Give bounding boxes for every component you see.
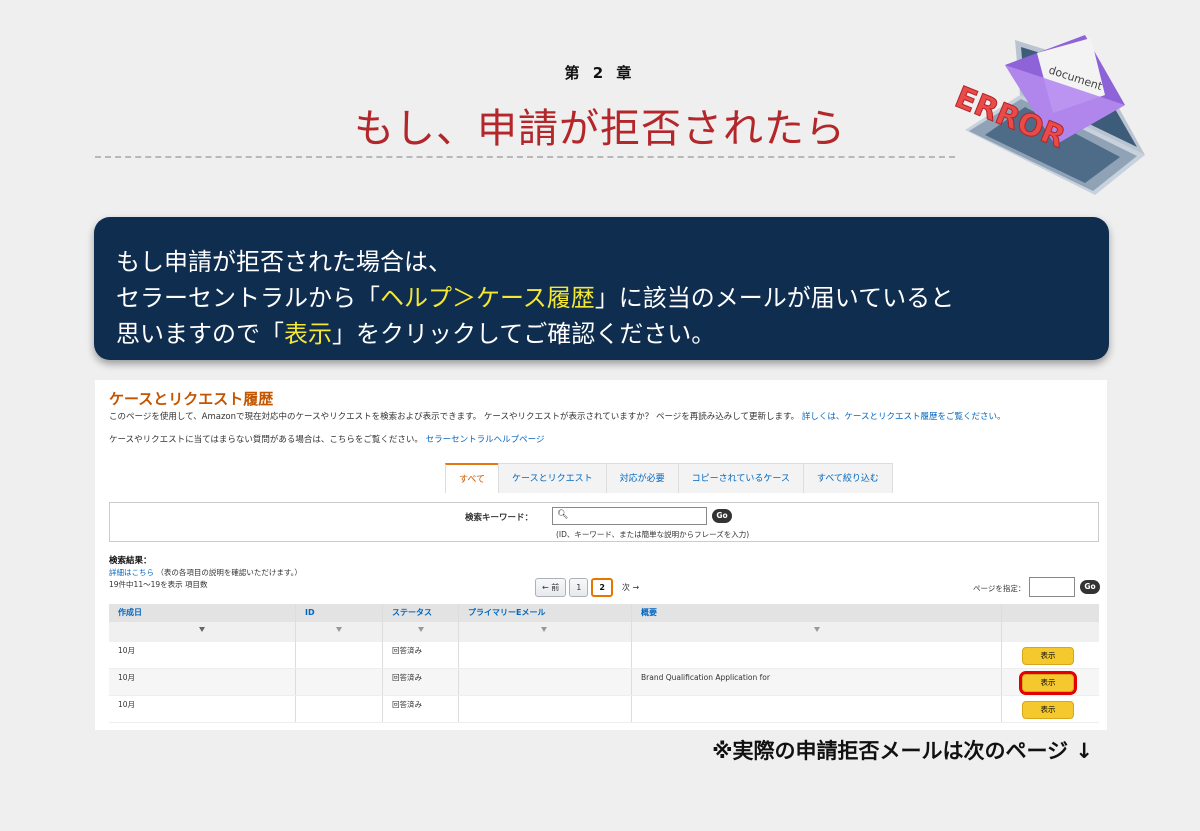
show-button-highlighted[interactable]: 表示 [1019,671,1077,695]
title-divider [95,156,955,158]
col-email[interactable]: プライマリーEメール [459,604,632,622]
col-created[interactable]: 作成日 [109,604,296,622]
tab-copied-cases[interactable]: コピーされているケース [677,463,804,493]
callout-line-2: セラーセントラルから「ヘルプ＞ケース履歴」に該当のメールが届いていると [116,284,955,312]
sort-id-icon[interactable] [336,627,342,632]
callout-highlight-show: 表示 [284,320,332,348]
help-page-link[interactable]: セラーセントラルヘルプページ [426,435,545,445]
sort-status-icon[interactable] [418,627,424,632]
intro-text: このページを使用して、Amazonで現在対応中のケースやリクエストを検索および表… [109,412,1006,422]
table-row: 10月 回答済み Brand Qualification Application… [109,669,1099,696]
show-button[interactable]: 表示 [1022,647,1074,665]
page-go-button[interactable]: Go [1080,580,1100,594]
table-header: 作成日 ID ステータス プライマリーEメール 概要 [109,604,1099,622]
search-input[interactable]: 🔍︎ [552,507,707,525]
col-id[interactable]: ID [296,604,383,622]
search-go-button[interactable]: Go [712,509,732,523]
table-row: 10月 回答済み 表示 [109,642,1099,669]
callout-line-1: もし申請が拒否された場合は、 [116,248,452,276]
case-history-heading: ケースとリクエスト履歴 [109,390,274,408]
col-action [1002,604,1099,622]
sort-row [109,622,1099,642]
case-tabs: すべて ケースとリクエスト 対応が必要 コピーされているケース すべて絞り込む [445,463,893,493]
show-button[interactable]: 表示 [1022,701,1074,719]
callout-line-3: 思いますので「表示」をクリックしてご確認ください。 [116,320,716,348]
pager-page-1[interactable]: 1 [569,578,589,597]
results-detail-link[interactable]: 詳細はこちら [109,568,154,577]
sort-created-icon[interactable] [199,627,205,632]
tab-cases-requests[interactable]: ケースとリクエスト [498,463,607,493]
page-spec-label: ページを指定： [973,584,1026,593]
intro-link[interactable]: 詳しくは、ケースとリクエスト履歴をご覧ください。 [802,412,1006,422]
pager-next[interactable]: 次 → [622,582,639,593]
results-count: 19件中11〜19を表示 項目数 [109,580,208,589]
search-icon: 🔍︎ [557,510,569,520]
col-summary[interactable]: 概要 [632,604,1002,622]
help-text: ケースやリクエストに当てはまらない質問がある場合は、こちらをご覧ください。 セラ… [109,435,545,445]
search-keyword-label: 検索キーワード： [465,513,534,523]
page-number-input[interactable] [1029,577,1075,597]
pager-page-2[interactable]: 2 [591,578,613,597]
callout-highlight-help: ヘルプ＞ケース履歴 [380,284,595,312]
next-page-note: ※実際の申請拒否メールは次のページ ↓ [712,739,1093,763]
pagination: ← 前 1 2 次 → [535,578,639,597]
table-row: 10月 回答済み 表示 [109,696,1099,723]
sort-email-icon[interactable] [541,627,547,632]
case-history-screenshot: ケースとリクエスト履歴 このページを使用して、Amazonで現在対応中のケースや… [95,380,1107,730]
sort-summary-icon[interactable] [814,627,820,632]
results-detail: 詳細はこちら （表の各項目の説明を確認いただけます。） [109,568,302,577]
tab-filter-all[interactable]: すべて絞り込む [802,463,893,493]
search-panel: 検索キーワード： 🔍︎ Go (ID、キーワード、または簡単な説明からフレーズを… [109,502,1099,542]
search-hint: (ID、キーワード、または簡単な説明からフレーズを入力) [556,530,750,539]
tab-all[interactable]: すべて [445,463,500,493]
col-status[interactable]: ステータス [383,604,459,622]
tab-action-required[interactable]: 対応が必要 [605,463,679,493]
error-laptop-illustration: document ERROR [950,35,1145,195]
instruction-callout: もし申請が拒否された場合は、 セラーセントラルから「ヘルプ＞ケース履歴」に該当の… [94,217,1109,360]
cases-table: 作成日 ID ステータス プライマリーEメール 概要 10月 回答済み 表示 1… [109,604,1099,723]
results-title: 検索結果： [109,556,152,566]
pager-prev[interactable]: ← 前 [535,578,567,597]
